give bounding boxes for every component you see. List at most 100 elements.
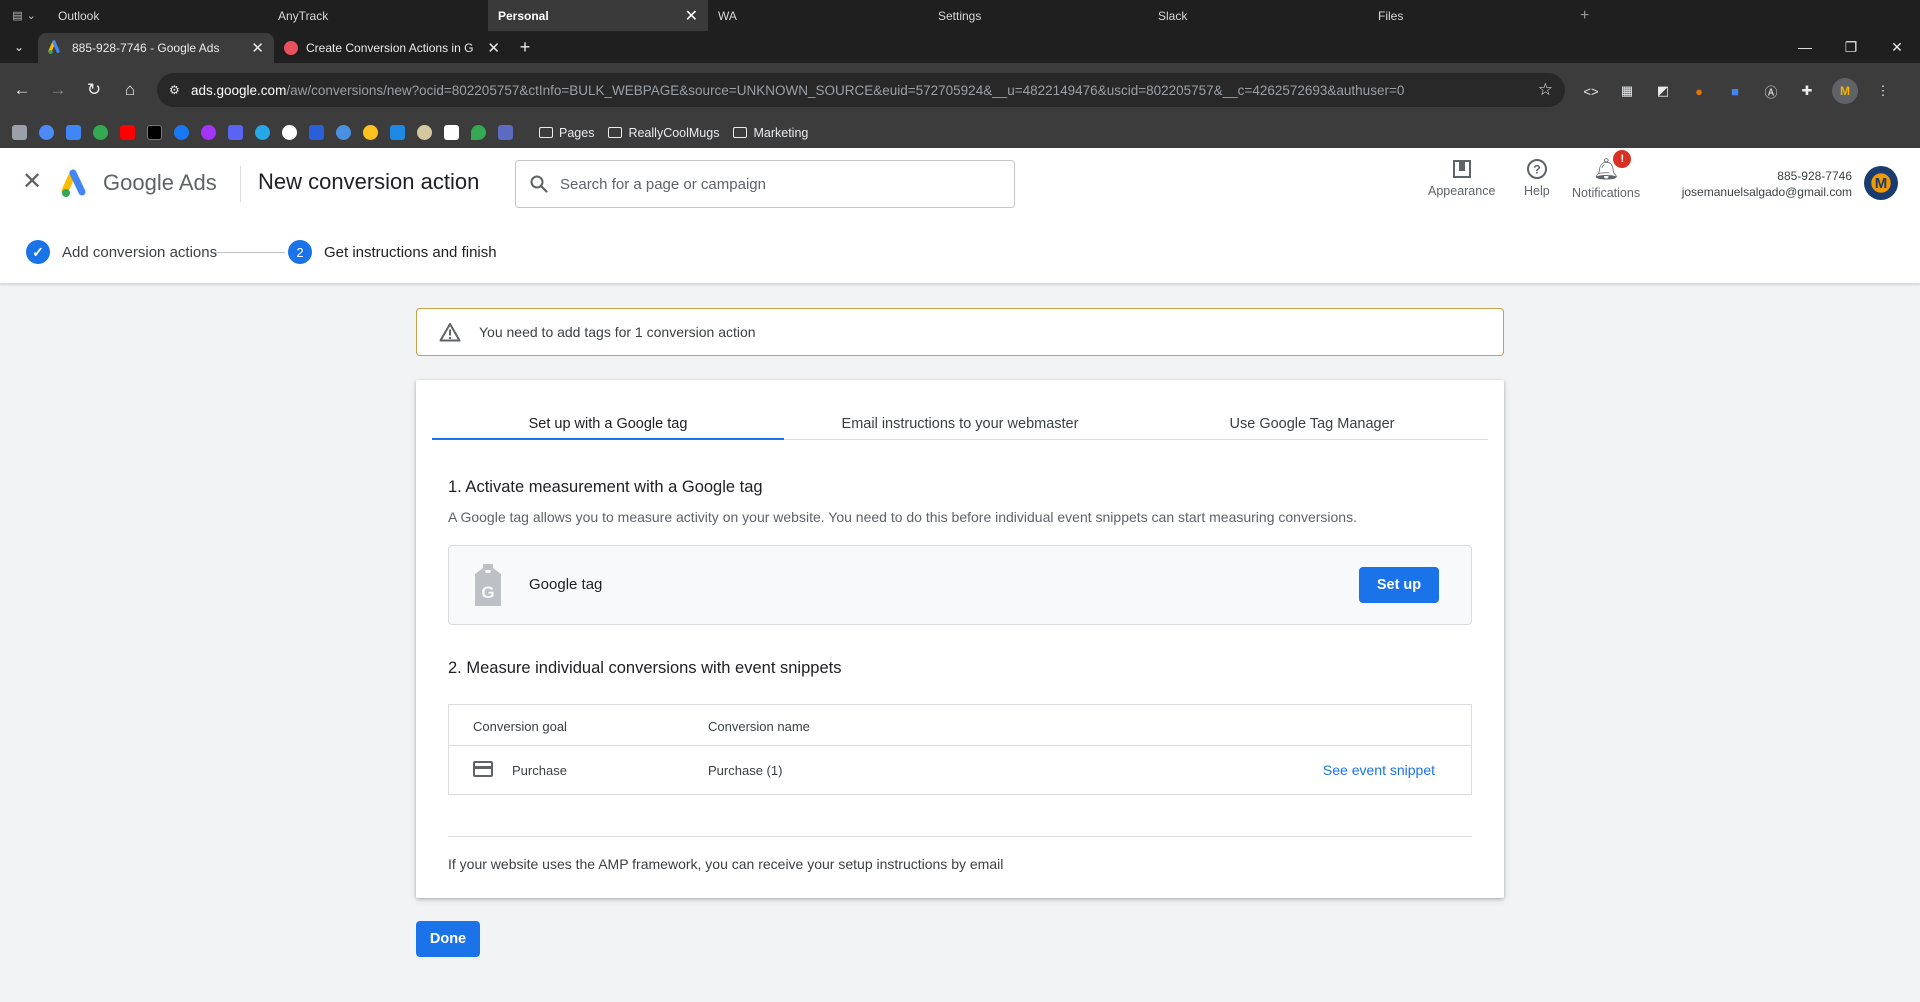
whatsapp-icon[interactable] [282,125,297,140]
code-brackets-icon[interactable]: <> [1580,80,1602,102]
new-workspace-tab-button[interactable]: + [1580,7,1600,25]
forward-arrow-icon[interactable]: → [40,80,76,100]
globe-icon[interactable] [336,125,351,140]
setup-method-tabs: Set up with a Google tag Email instructi… [432,400,1488,440]
browser-tab-create-conversion[interactable]: Create Conversion Actions in G ✕ [274,33,510,63]
tab-google-tag-manager[interactable]: Use Google Tag Manager [1136,400,1488,439]
youtube-icon[interactable] [120,125,135,140]
gemini-icon[interactable] [39,125,54,140]
chevron-down-icon: ⌄ [26,10,36,22]
table-header: Conversion goal Conversion name [449,705,1471,746]
address-bar[interactable]: ⚙ ads.google.com/aw/conversions/new?ocid… [157,73,1565,107]
address-url: ads.google.com/aw/conversions/new?ocid=8… [191,83,1538,98]
telegram-icon[interactable] [255,125,270,140]
bookmark-folder-pages[interactable]: Pages [539,126,594,140]
workspace-tab-outlook[interactable]: Outlook [48,0,268,31]
warning-icon [439,323,461,342]
tab-search-chevron-icon[interactable]: ⌄ [0,40,38,54]
messenger-icon[interactable] [201,125,216,140]
avatar[interactable]: M [1864,166,1898,200]
setup-button[interactable]: Set up [1359,567,1439,603]
workspace-tab-wa[interactable]: WA [708,0,928,31]
progress-stepper: ✓ Add conversion actions 2 Get instructi… [0,220,1920,284]
openai-icon[interactable] [12,125,27,140]
bookmark-folder-label: ReallyCoolMugs [628,125,720,140]
circle-letter-icon[interactable]: Ⓐ [1760,80,1782,102]
calendar-icon[interactable] [66,125,81,140]
bookmark-folder-reallycoolmugs[interactable]: ReallyCoolMugs [608,126,719,140]
shield-check-icon[interactable]: ■ [1724,80,1746,102]
close-icon[interactable]: ✕ [251,39,264,57]
workspace-tab-anytrack[interactable]: AnyTrack [268,0,488,31]
conversion-name: Purchase (1) [708,763,783,778]
svg-text:?: ? [1533,163,1540,177]
workspace-tab-label: Files [1378,8,1404,23]
site-info-icon[interactable]: ⚙ [169,83,191,97]
eraser-icon[interactable]: ◩ [1652,80,1674,102]
warning-text: You need to add tags for 1 conversion ac… [479,324,756,340]
bookmark-folder-marketing[interactable]: Marketing [733,126,808,140]
document-icon[interactable] [309,125,324,140]
x-icon[interactable] [147,125,162,140]
tab-email-webmaster[interactable]: Email instructions to your webmaster [784,400,1136,439]
amp-note: If your website uses the AMP framework, … [448,856,1004,872]
reload-icon[interactable]: ↻ [76,80,112,100]
browser-tab-google-ads[interactable]: 885-928-7746 - Google Ads ✕ [38,33,274,63]
new-tab-button[interactable]: + [510,37,540,58]
workspace-tab-files[interactable]: Files [1368,0,1588,31]
site-favicon-icon [284,41,298,55]
browser-toolbar: ← → ↻ ⌂ ⚙ ads.google.com/aw/conversions/… [0,63,1920,117]
divider [448,836,1472,837]
browser-profile-avatar[interactable]: M [1832,78,1858,104]
appearance-button[interactable]: Appearance [1428,158,1495,198]
page-title: New conversion action [258,169,480,194]
play-icon[interactable] [93,125,108,140]
close-icon[interactable]: ✕ [22,170,42,194]
brand-name: Google Ads [103,170,217,195]
maps-pin-icon[interactable] [471,125,486,140]
bookmark-star-icon[interactable]: ☆ [1538,80,1553,100]
home-icon[interactable]: ⌂ [112,80,148,100]
help-label: Help [1524,184,1550,198]
restore-icon[interactable]: ❐ [1828,39,1874,56]
minimize-icon[interactable]: — [1782,39,1828,55]
bookmark-folder-label: Pages [559,125,595,140]
step-add-conversion-actions[interactable]: ✓ Add conversion actions [26,240,217,264]
address-host: ads.google.com [191,82,287,98]
help-button[interactable]: ? Help [1524,158,1550,198]
puzzle-piece-icon[interactable]: ✚ [1796,80,1818,102]
google-tag-icon: G [475,564,501,606]
bell-icon: 🔔︎! [1593,150,1632,182]
workspace-tab-settings[interactable]: Settings [928,0,1148,31]
done-button[interactable]: Done [416,921,480,957]
token-icon[interactable] [417,125,432,140]
workspace-menu-button[interactable]: ▤ ⌄ [0,0,48,31]
s-app-icon[interactable] [228,125,243,140]
workspace-tab-personal[interactable]: Personal ✕ [488,0,708,31]
workspace-tab-slack[interactable]: Slack [1148,0,1368,31]
close-icon[interactable]: ✕ [685,6,698,26]
amazon-icon[interactable] [444,125,459,140]
kebab-menu-icon[interactable]: ⋮ [1872,80,1894,102]
help-icon: ? [1526,159,1547,179]
notifications-button[interactable]: 🔔︎! Notifications [1572,150,1640,200]
chat-bubble-icon[interactable] [174,125,189,140]
column-header-name: Conversion name [708,719,810,734]
cookie-icon[interactable]: ● [1688,80,1710,102]
search-box[interactable] [515,160,1015,208]
account-email: josemanuelsalgado@gmail.com [1681,185,1852,199]
see-event-snippet-link[interactable]: See event snippet [1323,762,1435,778]
walmart-icon[interactable] [363,125,378,140]
workspace-tab-label: Slack [1158,8,1188,23]
close-icon[interactable]: ✕ [487,39,500,57]
search-input[interactable] [560,175,1014,193]
account-info[interactable]: 885-928-7746 josemanuelsalgado@gmail.com [1682,168,1852,200]
bird-icon[interactable] [390,125,405,140]
tab-google-tag[interactable]: Set up with a Google tag [432,400,784,440]
google-tag-label: Google tag [529,576,603,593]
apps-grid-icon[interactable] [498,125,513,140]
back-arrow-icon[interactable]: ← [4,80,40,100]
tag-assistant-icon[interactable]: ▦ [1616,80,1638,102]
conversions-table: Conversion goal Conversion name Purchase… [448,704,1472,795]
close-window-icon[interactable]: ✕ [1874,39,1920,56]
